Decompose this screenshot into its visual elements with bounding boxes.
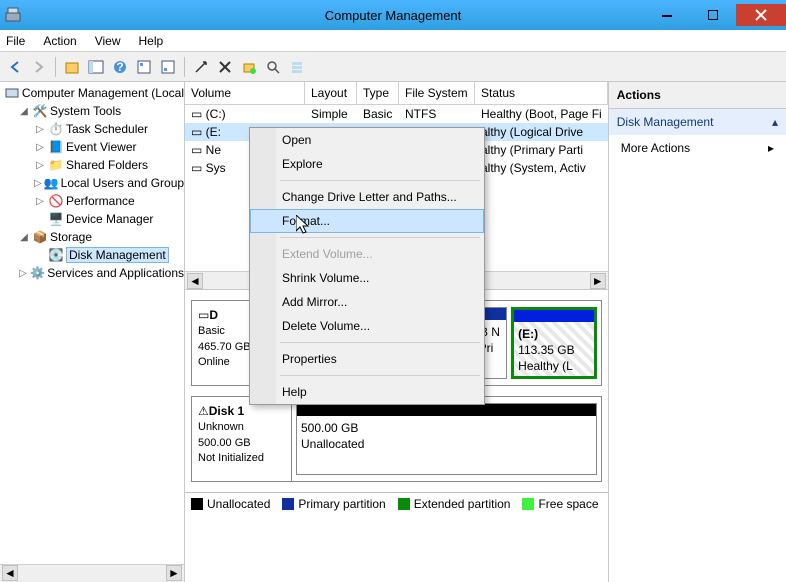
toolbar: ? <box>0 52 786 82</box>
scroll-right-icon[interactable]: ► <box>590 273 606 289</box>
col-type[interactable]: Type <box>357 82 399 104</box>
forward-button[interactable] <box>28 56 50 78</box>
legend: Unallocated Primary partition Extended par… <box>185 492 608 514</box>
actions-header: Actions <box>609 82 786 109</box>
col-layout[interactable]: Layout <box>305 82 357 104</box>
back-button[interactable] <box>4 56 26 78</box>
tree-disk-management[interactable]: 💽Disk Management <box>0 246 184 264</box>
partition[interactable]: (E:)113.35 GBHealthy (L <box>511 307 597 379</box>
scroll-left-icon[interactable]: ◄ <box>2 565 18 581</box>
collapse-icon[interactable]: ▴ <box>772 115 778 129</box>
folder-icon: 📁 <box>48 157 64 173</box>
volume-list-header: Volume Layout Type File System Status <box>185 82 608 105</box>
expand-icon[interactable]: ▷ <box>18 268 28 279</box>
tree-event-viewer[interactable]: ▷📘Event Viewer <box>0 138 184 156</box>
tree-services-apps[interactable]: ▷⚙️Services and Applications <box>0 264 184 282</box>
disk-info: ⚠Disk 1Unknown500.00 GBNot Initialized <box>192 397 292 481</box>
device-icon: 🖥️ <box>48 211 64 227</box>
maximize-button[interactable] <box>690 4 736 26</box>
context-menu-item[interactable]: Shrink Volume... <box>250 266 484 290</box>
context-menu-item[interactable]: Add Mirror... <box>250 290 484 314</box>
tree-scrollbar[interactable]: ◄ ► <box>0 564 184 582</box>
clock-icon: ⏱️ <box>48 121 64 137</box>
up-icon[interactable] <box>61 56 83 78</box>
storage-icon: 📦 <box>32 229 48 245</box>
menu-file[interactable]: File <box>4 33 27 49</box>
properties-icon[interactable] <box>133 56 155 78</box>
scroll-right-icon[interactable]: ► <box>166 565 182 581</box>
tree-root[interactable]: Computer Management (Local <box>0 84 184 102</box>
show-hide-tree-icon[interactable] <box>85 56 107 78</box>
legend-item: Unallocated <box>191 497 270 511</box>
close-button[interactable] <box>736 4 786 26</box>
context-menu-item[interactable]: Format... <box>250 209 484 233</box>
drive-icon: ▭ <box>191 161 202 175</box>
collapse-icon[interactable]: ◢ <box>18 106 30 117</box>
computer-icon <box>4 85 20 101</box>
expand-icon[interactable]: ▷ <box>34 178 42 189</box>
legend-item: Primary partition <box>282 497 385 511</box>
context-menu-item[interactable]: Explore <box>250 152 484 176</box>
refresh-icon[interactable] <box>157 56 179 78</box>
tool-list-icon[interactable] <box>286 56 308 78</box>
tool-rescan-icon[interactable] <box>238 56 260 78</box>
tree-device-manager[interactable]: 🖥️Device Manager <box>0 210 184 228</box>
legend-item: Free space <box>522 497 598 511</box>
tree-task-scheduler[interactable]: ▷⏱️Task Scheduler <box>0 120 184 138</box>
tree-performance[interactable]: ▷🚫Performance <box>0 192 184 210</box>
actions-more[interactable]: More Actions ▸ <box>609 135 786 161</box>
context-menu-item[interactable]: Change Drive Letter and Paths... <box>250 185 484 209</box>
chevron-right-icon: ▸ <box>768 141 774 155</box>
disk-block: ⚠Disk 1Unknown500.00 GBNot Initialized50… <box>191 396 602 482</box>
warn-icon: ⚠ <box>198 404 209 418</box>
menu-bar: File Action View Help <box>0 30 786 52</box>
tool-delete-icon[interactable] <box>214 56 236 78</box>
menu-action[interactable]: Action <box>41 33 78 49</box>
tree-local-users[interactable]: ▷👥Local Users and Groups <box>0 174 184 192</box>
context-menu-item[interactable]: Properties <box>250 347 484 371</box>
partition[interactable]: 500.00 GBUnallocated <box>296 403 597 475</box>
volume-row[interactable]: ▭ (C:)SimpleBasicNTFSHealthy (Boot, Page… <box>185 105 608 123</box>
users-icon: 👥 <box>44 175 59 191</box>
tool-icon[interactable] <box>190 56 212 78</box>
tree-shared-folders[interactable]: ▷📁Shared Folders <box>0 156 184 174</box>
expand-icon[interactable]: ▷ <box>34 160 46 171</box>
svg-text:?: ? <box>116 60 123 74</box>
col-status[interactable]: Status <box>475 82 608 104</box>
expand-icon[interactable]: ▷ <box>34 124 46 135</box>
col-filesystem[interactable]: File System <box>399 82 475 104</box>
context-menu-item: Extend Volume... <box>250 242 484 266</box>
services-icon: ⚙️ <box>30 265 45 281</box>
app-icon <box>0 0 26 30</box>
perf-icon: 🚫 <box>48 193 64 209</box>
tool-search-icon[interactable] <box>262 56 284 78</box>
context-menu: OpenExplore Change Drive Letter and Paths… <box>249 127 485 405</box>
context-menu-item[interactable]: Help <box>250 380 484 404</box>
tree-storage[interactable]: ◢📦Storage <box>0 228 184 246</box>
disk-icon: ▭ <box>198 308 209 322</box>
drive-icon: ▭ <box>191 143 202 157</box>
menu-help[interactable]: Help <box>137 33 166 49</box>
help-icon[interactable]: ? <box>109 56 131 78</box>
collapse-icon[interactable]: ◢ <box>18 232 30 243</box>
col-volume[interactable]: Volume <box>185 82 305 104</box>
legend-item: Extended partition <box>398 497 511 511</box>
actions-section[interactable]: Disk Management ▴ <box>609 109 786 135</box>
navigation-tree: Computer Management (Local ◢🛠️System Too… <box>0 82 185 582</box>
tools-icon: 🛠️ <box>32 103 48 119</box>
event-icon: 📘 <box>48 139 64 155</box>
expand-icon[interactable]: ▷ <box>34 196 46 207</box>
tree-system-tools[interactable]: ◢🛠️System Tools <box>0 102 184 120</box>
scroll-left-icon[interactable]: ◄ <box>187 273 203 289</box>
title-bar: Computer Management <box>0 0 786 30</box>
minimize-button[interactable] <box>644 4 690 26</box>
drive-icon: ▭ <box>191 107 202 121</box>
disk-icon: 💽 <box>48 247 64 263</box>
context-menu-item[interactable]: Delete Volume... <box>250 314 484 338</box>
expand-icon[interactable]: ▷ <box>34 142 46 153</box>
actions-pane: Actions Disk Management ▴ More Actions ▸ <box>609 82 786 582</box>
context-menu-item[interactable]: Open <box>250 128 484 152</box>
menu-view[interactable]: View <box>93 33 123 49</box>
drive-icon: ▭ <box>191 125 202 139</box>
